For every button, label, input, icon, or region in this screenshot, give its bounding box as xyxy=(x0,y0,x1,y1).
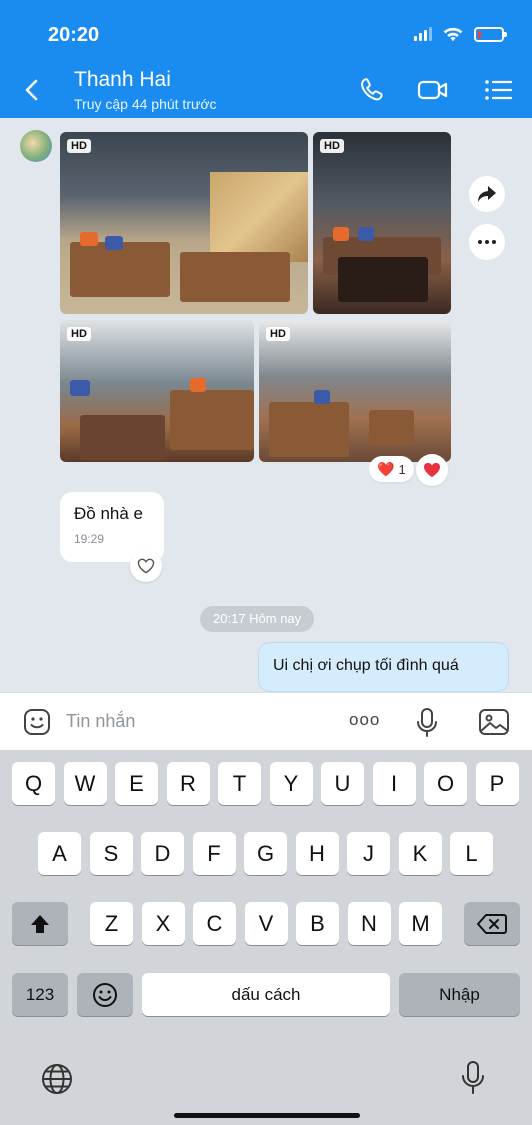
home-indicator[interactable] xyxy=(174,1113,360,1118)
dictation-microphone-icon[interactable] xyxy=(460,1060,486,1096)
photo-living-room-2[interactable]: HD xyxy=(313,132,451,314)
key-v[interactable]: V xyxy=(244,902,288,945)
sticker-icon[interactable] xyxy=(22,707,52,737)
message-input[interactable]: Tin nhắn xyxy=(66,711,135,732)
ios-keyboard: QWERTYUIOP ASDFGHJKL ZXCVBNM 123 dấu các… xyxy=(0,750,532,1125)
ellipsis-icon xyxy=(478,240,496,244)
key-a[interactable]: A xyxy=(38,832,81,875)
react-button[interactable] xyxy=(130,550,162,582)
shift-key[interactable] xyxy=(12,902,68,945)
react-heart-button[interactable] xyxy=(416,454,448,486)
key-k[interactable]: K xyxy=(398,832,442,875)
more-actions-icon[interactable]: ooo xyxy=(349,710,380,730)
outgoing-message[interactable]: Ui chị ơi chụp tối đình quá xyxy=(258,642,509,692)
globe-icon[interactable] xyxy=(40,1062,74,1096)
return-key[interactable]: Nhập xyxy=(399,973,520,1016)
key-q[interactable]: Q xyxy=(12,762,55,805)
microphone-icon[interactable] xyxy=(414,707,440,739)
emoji-key[interactable] xyxy=(77,973,133,1016)
chat-header: 20:20 Thanh Hai Truy cập 44 phút trước xyxy=(0,0,532,118)
key-o[interactable]: O xyxy=(424,762,467,805)
video-call-icon[interactable] xyxy=(416,74,450,106)
more-options-button[interactable] xyxy=(469,224,505,260)
photo-living-room-1[interactable]: HD xyxy=(60,132,308,314)
message-input-bar: Tin nhắn ooo xyxy=(0,692,532,750)
emoji-smiley-icon xyxy=(93,982,117,1007)
key-b[interactable]: B xyxy=(296,902,339,945)
key-c[interactable]: C xyxy=(193,902,236,945)
hd-badge: HD xyxy=(320,139,344,153)
key-t[interactable]: T xyxy=(218,762,261,805)
key-i[interactable]: I xyxy=(372,762,416,805)
status-time: 20:20 xyxy=(48,24,100,46)
message-time: 19:29 xyxy=(74,532,105,546)
key-f[interactable]: F xyxy=(192,832,236,875)
photo-living-room-3[interactable]: HD xyxy=(60,320,254,462)
key-e[interactable]: E xyxy=(115,762,158,805)
key-n[interactable]: N xyxy=(347,902,391,945)
key-w[interactable]: W xyxy=(63,762,107,805)
key-j[interactable]: J xyxy=(347,832,390,875)
menu-list-icon[interactable] xyxy=(482,74,516,106)
hd-badge: HD xyxy=(67,327,91,341)
key-r[interactable]: R xyxy=(166,762,210,805)
battery-icon xyxy=(474,26,507,42)
heart-reaction-icon: ❤️ xyxy=(377,460,395,477)
signal-icon xyxy=(414,27,432,41)
contact-last-seen: Truy cập 44 phút trước xyxy=(74,96,217,112)
backspace-key[interactable] xyxy=(464,902,520,945)
contact-name[interactable]: Thanh Hai xyxy=(74,68,171,92)
reaction-summary[interactable]: ❤️ 1 xyxy=(369,456,414,482)
wifi-icon xyxy=(443,27,463,42)
message-text: Đồ nhà e xyxy=(74,504,143,523)
chat-area[interactable]: HD HD HD HD ❤️ 1 Đồ nhà e 19:29 20:17 Hô… xyxy=(0,118,532,692)
heart-filled-icon xyxy=(424,462,440,478)
space-key[interactable]: dấu cách xyxy=(142,973,390,1016)
key-p[interactable]: P xyxy=(475,762,519,805)
share-button[interactable] xyxy=(469,176,505,212)
status-icons xyxy=(414,26,507,42)
heart-outline-icon xyxy=(137,558,155,574)
phone-icon[interactable] xyxy=(355,74,389,106)
key-l[interactable]: L xyxy=(450,832,493,875)
contact-avatar[interactable] xyxy=(20,130,52,162)
image-gallery-icon[interactable] xyxy=(478,707,510,737)
key-s[interactable]: S xyxy=(89,832,133,875)
reaction-count: 1 xyxy=(398,461,406,477)
key-d[interactable]: D xyxy=(141,832,184,875)
hd-badge: HD xyxy=(67,139,91,153)
key-u[interactable]: U xyxy=(321,762,364,805)
numbers-key[interactable]: 123 xyxy=(12,973,68,1016)
key-g[interactable]: G xyxy=(244,832,287,875)
key-m[interactable]: M xyxy=(399,902,442,945)
share-arrow-icon xyxy=(478,186,496,202)
hd-badge: HD xyxy=(266,327,290,341)
date-separator: 20:17 Hôm nay xyxy=(200,606,315,632)
key-h[interactable]: H xyxy=(295,832,339,875)
delete-backspace-icon xyxy=(477,913,507,934)
key-y[interactable]: Y xyxy=(269,762,313,805)
key-z[interactable]: Z xyxy=(90,902,133,945)
key-x[interactable]: X xyxy=(141,902,185,945)
back-chevron-icon[interactable] xyxy=(18,76,46,104)
shift-arrow-icon xyxy=(31,914,49,933)
photo-living-room-4[interactable]: HD xyxy=(259,320,451,462)
